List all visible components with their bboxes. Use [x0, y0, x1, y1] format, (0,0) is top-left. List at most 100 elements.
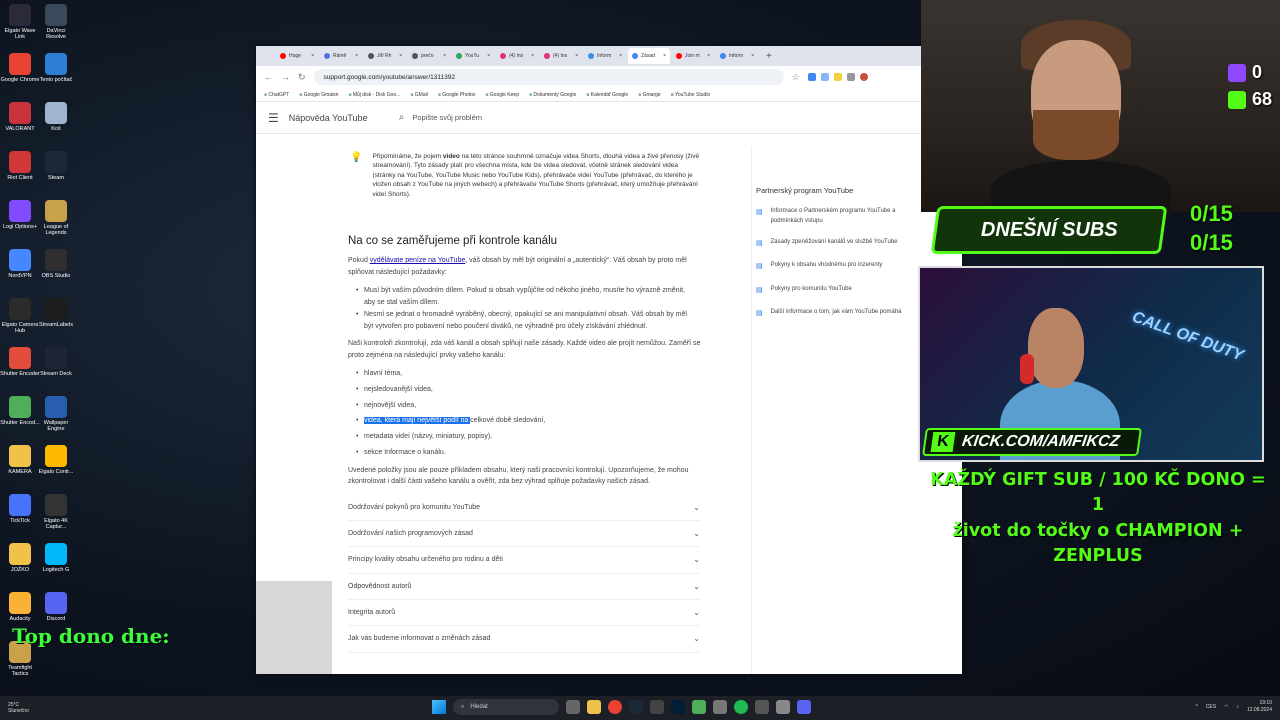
discord-icon[interactable]: [797, 700, 811, 714]
selected-text[interactable]: videa, která mají největší podíl na: [364, 417, 471, 425]
monetize-link[interactable]: vydělávate peníze na YouTube: [370, 257, 465, 264]
desktop-icon[interactable]: Audacity: [0, 592, 40, 622]
browser-tab[interactable]: Inform ×: [584, 48, 626, 64]
accordion-item[interactable]: Jak vás budeme informovat o změnách zása…: [348, 626, 700, 653]
desktop-icon[interactable]: Elgato Wave Link: [0, 4, 40, 41]
extension-icon[interactable]: [833, 73, 842, 81]
help-search-input[interactable]: Popište svůj problém: [412, 113, 482, 122]
desktop-icon[interactable]: NordVPN: [0, 249, 40, 279]
steam-icon[interactable]: [629, 700, 643, 714]
wifi-icon[interactable]: ◠: [1224, 704, 1228, 710]
browser-tab[interactable]: Join m ×: [672, 48, 714, 64]
desktop-icon[interactable]: Steam: [36, 151, 76, 181]
sidebar-link[interactable]: ▤ Pokyny k obsahu vhodnému pro inzerenty: [756, 261, 906, 272]
bookmark-item[interactable]: ChatGPT: [264, 92, 289, 98]
url-field[interactable]: support.google.com/youtube/answer/131139…: [313, 69, 784, 85]
desktop-icon[interactable]: Wallpaper Engine: [36, 396, 76, 433]
desktop-icon[interactable]: Logi Options+: [0, 200, 40, 230]
app-icon[interactable]: [692, 700, 706, 714]
close-icon[interactable]: ×: [531, 53, 534, 59]
language-indicator[interactable]: CES: [1206, 704, 1216, 710]
weather-widget[interactable]: 25°C Slunečno: [8, 702, 29, 714]
file-explorer-icon[interactable]: [587, 700, 601, 714]
bookmark-item[interactable]: Můj disk - Disk Goo...: [348, 92, 401, 98]
close-icon[interactable]: ×: [355, 53, 358, 59]
menu-icon[interactable]: ☰: [268, 111, 279, 125]
chrome-icon[interactable]: [608, 700, 622, 714]
reload-icon[interactable]: ↻: [298, 72, 306, 83]
bookmark-item[interactable]: GMail: [410, 92, 428, 98]
bookmark-item[interactable]: Dokumenty Google: [529, 92, 576, 98]
extension-icon[interactable]: [820, 73, 829, 81]
desktop-icon[interactable]: Logitech G: [36, 543, 76, 573]
sidebar-link[interactable]: ▤ Další informace o tom, jak vám YouTube …: [756, 308, 906, 319]
desktop-icon[interactable]: TickTick: [0, 494, 40, 524]
accordion-item[interactable]: Integrita autorů ⌄: [348, 600, 700, 627]
desktop-icon[interactable]: KAMERA: [0, 445, 40, 475]
desktop-icon[interactable]: Shutter Encoder: [0, 347, 40, 377]
close-icon[interactable]: ×: [487, 53, 490, 59]
desktop-icon[interactable]: Riot Client: [0, 151, 40, 181]
desktop-icon[interactable]: OBS Studio: [36, 249, 76, 279]
browser-tab[interactable]: Huge ×: [276, 48, 318, 64]
browser-tab[interactable]: Inform ×: [716, 48, 758, 64]
new-tab-button[interactable]: +: [760, 51, 778, 62]
extension-icon[interactable]: [807, 73, 816, 81]
app-icon[interactable]: [713, 700, 727, 714]
accordion-item[interactable]: Odpovědnost autorů ⌄: [348, 574, 700, 600]
forward-icon[interactable]: →: [281, 72, 290, 82]
accordion-item[interactable]: Dodržování pokynů pro komunitu YouTube ⌄: [348, 494, 700, 521]
bookmark-item[interactable]: Gmarge: [638, 92, 661, 98]
sidebar-link[interactable]: ▤ Zásady zpeněžování kanálů ve službě You…: [756, 238, 906, 249]
desktop-icon[interactable]: DaVinci Resolve: [36, 4, 76, 41]
desktop-icon[interactable]: Stream Deck: [36, 347, 76, 377]
github-icon[interactable]: [650, 700, 664, 714]
search-icon[interactable]: ⌕: [399, 112, 405, 123]
desktop-icon[interactable]: Shutter Encod...: [0, 396, 40, 426]
desktop-icon[interactable]: Koš: [36, 102, 76, 132]
clock[interactable]: 19:10 12.08.2024: [1247, 700, 1272, 713]
close-icon[interactable]: ×: [663, 53, 666, 59]
browser-tab[interactable]: prečo ×: [408, 48, 450, 64]
desktop-icon[interactable]: Google Chrome: [0, 53, 40, 83]
help-title[interactable]: Nápověda YouTube: [289, 113, 399, 123]
accordion-item[interactable]: Dodržování našich programových zásad ⌄: [348, 521, 700, 548]
bookmark-item[interactable]: Google Keep: [485, 92, 519, 98]
browser-tab[interactable]: Zásad ×: [628, 48, 670, 64]
desktop-icon[interactable]: Elgato 4K Captur...: [36, 494, 76, 531]
sidebar-link[interactable]: ▤ Pokyny pro komunitu YouTube: [756, 285, 906, 296]
chevron-up-icon[interactable]: ^: [1195, 704, 1197, 710]
back-icon[interactable]: ←: [264, 72, 273, 82]
bookmark-star-icon[interactable]: ☆: [792, 72, 800, 83]
bookmark-item[interactable]: YouTube Studio: [671, 92, 710, 98]
desktop-icon[interactable]: VALORANT: [0, 102, 40, 132]
bookmark-item[interactable]: Kalendář Google: [586, 92, 629, 98]
taskbar-search[interactable]: ⌕ Hledat: [453, 699, 559, 715]
desktop-icon[interactable]: Tento počítač: [36, 53, 76, 83]
task-view-icon[interactable]: [566, 700, 580, 714]
app-icon[interactable]: [776, 700, 790, 714]
bookmark-item[interactable]: Google Photos: [438, 92, 475, 98]
extension-icon[interactable]: [846, 73, 855, 81]
close-icon[interactable]: ×: [619, 53, 622, 59]
browser-tab[interactable]: YouTu ×: [452, 48, 494, 64]
volume-icon[interactable]: ♪: [1236, 704, 1239, 710]
photoshop-icon[interactable]: [671, 700, 685, 714]
close-icon[interactable]: ×: [575, 53, 578, 59]
close-icon[interactable]: ×: [311, 53, 314, 59]
app-icon[interactable]: [755, 700, 769, 714]
close-icon[interactable]: ×: [707, 53, 710, 59]
desktop-icon[interactable]: JOŽKO: [0, 543, 40, 573]
desktop-icon[interactable]: League of Legends: [36, 200, 76, 237]
desktop-icon[interactable]: StreamLabels: [36, 298, 76, 328]
desktop-icon[interactable]: Discord: [36, 592, 76, 622]
profile-icon[interactable]: [859, 73, 868, 81]
desktop-icon[interactable]: Elgato Camera Hub: [0, 298, 40, 335]
start-icon[interactable]: [432, 700, 446, 714]
browser-tab[interactable]: Jiří Rh ×: [364, 48, 406, 64]
sidebar-link[interactable]: ▤ Informace o Partnerském programu YouTub…: [756, 207, 906, 226]
bookmark-item[interactable]: Google Gmaisn: [299, 92, 339, 98]
accordion-item[interactable]: Principy kvality obsahu určeného pro rod…: [348, 547, 700, 574]
browser-tab[interactable]: Rámě ×: [320, 48, 362, 64]
spotify-icon[interactable]: [734, 700, 748, 714]
